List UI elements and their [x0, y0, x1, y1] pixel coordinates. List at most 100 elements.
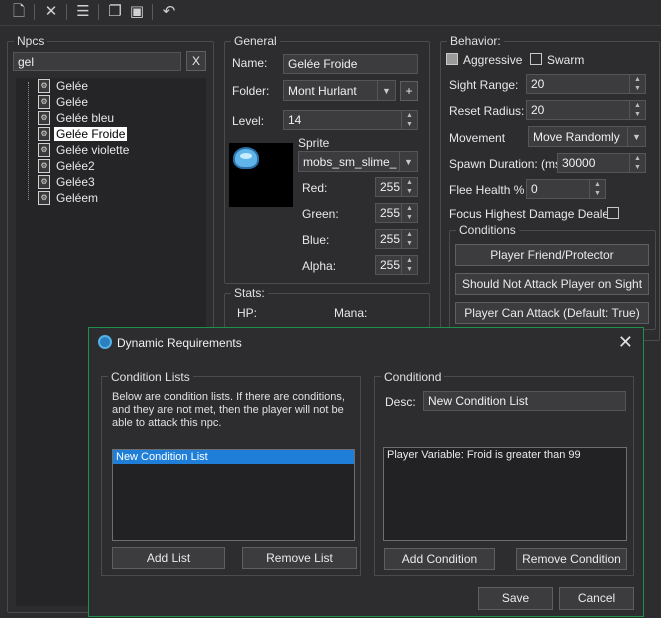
tree-line: [28, 82, 29, 200]
alpha-stepper[interactable]: 255 ▲ ▼: [375, 255, 418, 275]
sight-range-value: 20: [531, 77, 545, 91]
sprite-value: mobs_sm_slime_: [303, 155, 397, 169]
undo-icon[interactable]: ↶: [158, 1, 180, 23]
condition-list-item[interactable]: New Condition List: [113, 450, 354, 464]
sight-range-stepper[interactable]: 20 ▲ ▼: [526, 74, 646, 94]
toolbar: 🗋 ✕ ☰ ❐ ▣ ↶: [0, 0, 661, 26]
level-label: Level:: [232, 114, 265, 128]
movement-dropdown[interactable]: Move Randomly ▼: [528, 126, 646, 147]
npc-tree-item-label: Gelée violette: [56, 143, 130, 157]
folder-label: Folder:: [232, 84, 270, 98]
npc-tree-item[interactable]: ⚙ Gelée2: [38, 158, 97, 174]
npc-file-icon: ⚙: [38, 143, 50, 157]
npc-tree-item[interactable]: ⚙ Gelée: [38, 78, 90, 94]
spin-buttons[interactable]: ▲ ▼: [629, 75, 645, 93]
copy-icon[interactable]: ❐: [104, 1, 126, 23]
npc-file-icon: ⚙: [38, 79, 50, 93]
movement-label: Movement: [449, 131, 506, 145]
general-title: General: [231, 34, 280, 48]
red-stepper[interactable]: 255 ▲ ▼: [375, 177, 418, 197]
npc-tree-item[interactable]: ⚙ Gelée bleu: [38, 110, 116, 126]
spin-buttons[interactable]: ▲ ▼: [401, 204, 417, 222]
spin-buttons[interactable]: ▲ ▼: [589, 180, 605, 198]
swarm-checkbox[interactable]: [530, 53, 542, 65]
name-field[interactable]: Gelée Froide: [283, 54, 418, 74]
npc-tree-item[interactable]: ⚙ Gelée violette: [38, 142, 131, 158]
desc-field[interactable]: New Condition List: [423, 391, 626, 411]
add-folder-button[interactable]: +: [400, 81, 418, 101]
spin-buttons[interactable]: ▲ ▼: [401, 111, 417, 129]
swarm-label: Swarm: [547, 53, 585, 67]
spawn-duration-stepper[interactable]: 30000 ▲ ▼: [557, 153, 646, 173]
conditiond-title: Conditiond: [381, 370, 445, 384]
hp-label: HP:: [237, 306, 258, 320]
player-friend-button[interactable]: Player Friend/Protector: [455, 244, 649, 266]
spin-buttons[interactable]: ▲ ▼: [401, 230, 417, 248]
spawn-duration-value: 30000: [562, 156, 596, 170]
condition-lists-title: Condition Lists: [108, 370, 193, 384]
red-value: 255: [380, 180, 401, 194]
folder-dropdown[interactable]: Mont Hurlant ▼: [283, 80, 396, 101]
npc-tree-item[interactable]: ⚙ Gelée3: [38, 174, 97, 190]
player-can-attack-button[interactable]: Player Can Attack (Default: True): [455, 302, 649, 324]
spin-buttons[interactable]: ▲ ▼: [629, 101, 645, 119]
condition-lists-description: Below are condition lists. If there are …: [112, 391, 345, 429]
alpha-label: Alpha:: [302, 259, 337, 273]
condition-lists-listbox[interactable]: New Condition List: [112, 449, 355, 541]
close-icon[interactable]: ✕: [618, 332, 633, 353]
aggressive-label: Aggressive: [463, 53, 523, 67]
sprite-dropdown[interactable]: mobs_sm_slime_ ▼: [298, 151, 418, 172]
reset-radius-stepper[interactable]: 20 ▲ ▼: [526, 100, 646, 120]
list-icon[interactable]: ☰: [72, 1, 94, 23]
npc-search-input[interactable]: gel: [13, 52, 181, 71]
npc-tree-item[interactable]: ⚙ Geléem: [38, 190, 100, 206]
remove-condition-button[interactable]: Remove Condition: [516, 548, 627, 570]
npc-tree-item-label: Gelée bleu: [56, 111, 115, 125]
spin-buttons[interactable]: ▲ ▼: [401, 178, 417, 196]
chevron-down-icon: ▼: [377, 81, 395, 100]
delete-icon[interactable]: ✕: [40, 1, 62, 23]
npc-file-icon: ⚙: [38, 111, 50, 125]
npc-tree-item-label: Gelée2: [56, 159, 95, 173]
add-condition-button[interactable]: Add Condition: [384, 548, 495, 570]
behavior-title: Behavior:: [447, 34, 504, 48]
conditions-title: Conditions: [456, 223, 519, 237]
new-item-icon[interactable]: 🗋: [8, 1, 30, 23]
conditions-listbox[interactable]: Player Variable: Froid is greater than 9…: [383, 447, 627, 541]
flee-health-stepper[interactable]: 0 ▲ ▼: [526, 179, 606, 199]
focus-label: Focus Highest Damage Dealer:: [449, 207, 617, 221]
green-value: 255: [380, 206, 401, 220]
condition-lists-rows: New Condition List: [113, 450, 354, 464]
npc-file-icon: ⚙: [38, 159, 50, 173]
toolbar-separator: [66, 4, 67, 20]
npcs-title: Npcs: [14, 34, 48, 48]
alpha-value: 255: [380, 258, 401, 272]
cancel-button[interactable]: Cancel: [559, 587, 634, 610]
aggressive-checkbox[interactable]: [446, 53, 458, 65]
conditiond-panel: Conditiond Desc: New Condition List Play…: [374, 370, 634, 576]
should-not-attack-button[interactable]: Should Not Attack Player on Sight: [455, 273, 649, 295]
sprite-preview: [229, 143, 293, 207]
npc-tree-item[interactable]: ⚙ Gelée: [38, 94, 90, 110]
remove-list-button[interactable]: Remove List: [242, 547, 357, 569]
save-button[interactable]: Save: [478, 587, 553, 610]
condition-item[interactable]: Player Variable: Froid is greater than 9…: [384, 448, 626, 462]
spin-buttons[interactable]: ▲ ▼: [401, 256, 417, 274]
spin-buttons[interactable]: ▲ ▼: [629, 154, 645, 172]
blue-stepper[interactable]: 255 ▲ ▼: [375, 229, 418, 249]
level-stepper[interactable]: 14 ▲ ▼: [283, 110, 418, 130]
paste-icon[interactable]: ▣: [126, 1, 148, 23]
sprite-label: Sprite: [298, 136, 330, 150]
dialog-title-bar: Dynamic Requirements ✕: [89, 328, 643, 356]
dialog-title: Dynamic Requirements: [117, 336, 242, 350]
folder-value: Mont Hurlant: [288, 84, 357, 98]
conditions-rows: Player Variable: Froid is greater than 9…: [384, 448, 626, 462]
flee-health-value: 0: [531, 182, 538, 196]
clear-search-button[interactable]: X: [186, 51, 206, 71]
green-stepper[interactable]: 255 ▲ ▼: [375, 203, 418, 223]
globe-icon: [98, 335, 112, 349]
focus-checkbox[interactable]: [607, 207, 619, 219]
npc-tree-item-label: Gelée3: [56, 175, 95, 189]
add-list-button[interactable]: Add List: [112, 547, 225, 569]
npc-tree-item[interactable]: ⚙ Gelée Froide: [38, 126, 128, 142]
